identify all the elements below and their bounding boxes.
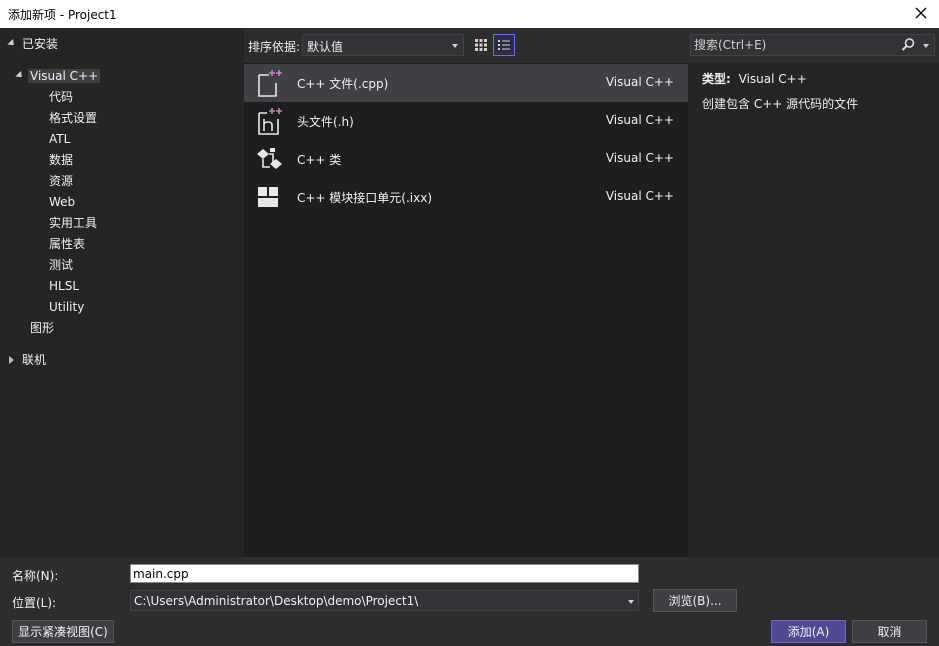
search-toolbar: [688, 28, 939, 63]
tree-item-utility[interactable]: Utility: [49, 297, 84, 317]
tree-item-utilities[interactable]: 实用工具: [49, 213, 97, 233]
template-item-cpp-class[interactable]: C++ 类 Visual C++: [244, 140, 688, 178]
tree-item-hlsl[interactable]: HLSL: [49, 276, 79, 296]
expanded-arrow-icon: [7, 38, 17, 49]
tree-item-visual-cpp[interactable]: Visual C++: [14, 66, 101, 86]
template-name: C++ 文件(.cpp): [297, 77, 389, 91]
tree-item-data[interactable]: 数据: [49, 150, 73, 170]
template-language: Visual C++: [605, 75, 674, 89]
tree-item-atl[interactable]: ATL: [49, 129, 70, 149]
tree-item-label: 图形: [30, 321, 55, 335]
module-interface-icon: [258, 187, 278, 207]
chevron-down-icon[interactable]: [923, 44, 929, 48]
search-icon[interactable]: [900, 37, 916, 53]
tree-item-label: 格式设置: [49, 111, 98, 125]
title-bar: 添加新项 - Project1: [0, 0, 939, 28]
tree-item-test[interactable]: 测试: [49, 255, 73, 275]
search-input[interactable]: [694, 37, 899, 53]
tree-item-label: 联机: [22, 353, 47, 367]
details-panel: 类型: Visual C++ 创建包含 C++ 源代码的文件: [688, 63, 939, 557]
sort-label: 排序依据:: [248, 40, 301, 54]
template-item-module-interface[interactable]: C++ 模块接口单元(.ixx) Visual C++: [244, 178, 688, 216]
tree-item-label: 已安装: [22, 37, 59, 51]
template-language: Visual C++: [605, 189, 674, 203]
tree-item-label: 资源: [49, 174, 74, 188]
compact-view-button[interactable]: 显示紧凑视图(C): [12, 620, 114, 643]
add-button[interactable]: 添加(A): [771, 620, 846, 643]
template-item-header-file[interactable]: 头文件(.h) Visual C++: [244, 102, 688, 140]
tree-item-formatting[interactable]: 格式设置: [49, 108, 97, 128]
chevron-down-icon: [452, 44, 458, 48]
tree-item-label: HLSL: [49, 279, 80, 293]
tree-item-label: Utility: [49, 300, 85, 314]
header-file-icon: [258, 108, 282, 135]
window-title: 添加新项 - Project1: [8, 8, 117, 22]
tree-item-label: 数据: [49, 153, 74, 167]
tree-item-label: 属性表: [49, 237, 86, 251]
tree-item-label: 实用工具: [49, 216, 98, 230]
tree-item-label: Visual C++: [28, 69, 101, 83]
sort-value: 默认值: [307, 40, 344, 54]
type-row: 类型: Visual C++: [702, 70, 807, 87]
sort-toolbar: 排序依据: 默认值: [244, 28, 688, 63]
name-input[interactable]: [130, 564, 639, 583]
type-value: Visual C++: [738, 72, 807, 86]
close-button[interactable]: [909, 2, 933, 24]
template-name: 头文件(.h): [297, 115, 354, 129]
name-label: 名称(N):: [12, 569, 59, 583]
tree-item-label: Web: [49, 195, 76, 209]
template-list: C++ 文件(.cpp) Visual C++ 头文件(.h) Visual C…: [244, 63, 688, 557]
sort-dropdown[interactable]: 默认值: [302, 34, 464, 56]
close-icon: [915, 7, 927, 19]
tree-item-property-sheet[interactable]: 属性表: [49, 234, 85, 254]
template-description: 创建包含 C++ 源代码的文件: [702, 97, 859, 111]
browse-button[interactable]: 浏览(B)...: [653, 589, 737, 612]
tree-item-resource[interactable]: 资源: [49, 171, 73, 191]
tree-item-label: 测试: [49, 258, 74, 272]
tree-item-graphics[interactable]: 图形: [30, 318, 54, 338]
template-item-cpp-file[interactable]: C++ 文件(.cpp) Visual C++: [244, 64, 688, 102]
location-label: 位置(L):: [12, 596, 57, 610]
template-name: C++ 模块接口单元(.ixx): [297, 191, 433, 205]
chevron-down-icon: [628, 600, 634, 604]
collapsed-arrow-icon: [9, 356, 14, 364]
tree-item-code[interactable]: 代码: [49, 87, 73, 107]
grid-view-icon: [475, 39, 487, 51]
list-view-button[interactable]: [493, 34, 515, 56]
cpp-class-icon: [257, 148, 282, 169]
type-label: 类型:: [702, 72, 731, 86]
template-name: C++ 类: [297, 153, 342, 167]
tree-item-installed[interactable]: 已安装: [6, 34, 58, 54]
location-value: C:\Users\Administrator\Desktop\demo\Proj…: [134, 594, 419, 608]
template-language: Visual C++: [605, 151, 674, 165]
tree-item-web[interactable]: Web: [49, 192, 75, 212]
tree-item-label: 代码: [49, 90, 74, 104]
search-box[interactable]: [690, 34, 935, 56]
category-tree: 已安装 Visual C++ 代码 格式设置 ATL 数据 资源 Web 实用工…: [0, 28, 244, 557]
template-language: Visual C++: [605, 113, 674, 127]
cpp-file-icon: [258, 70, 282, 97]
tree-item-label: ATL: [49, 132, 71, 146]
cancel-button[interactable]: 取消: [852, 620, 927, 643]
location-dropdown[interactable]: C:\Users\Administrator\Desktop\demo\Proj…: [130, 590, 639, 611]
list-view-icon: [498, 40, 510, 50]
tree-item-online[interactable]: 联机: [6, 350, 46, 370]
expanded-arrow-icon: [15, 70, 25, 81]
small-icons-view-button[interactable]: [470, 34, 492, 56]
